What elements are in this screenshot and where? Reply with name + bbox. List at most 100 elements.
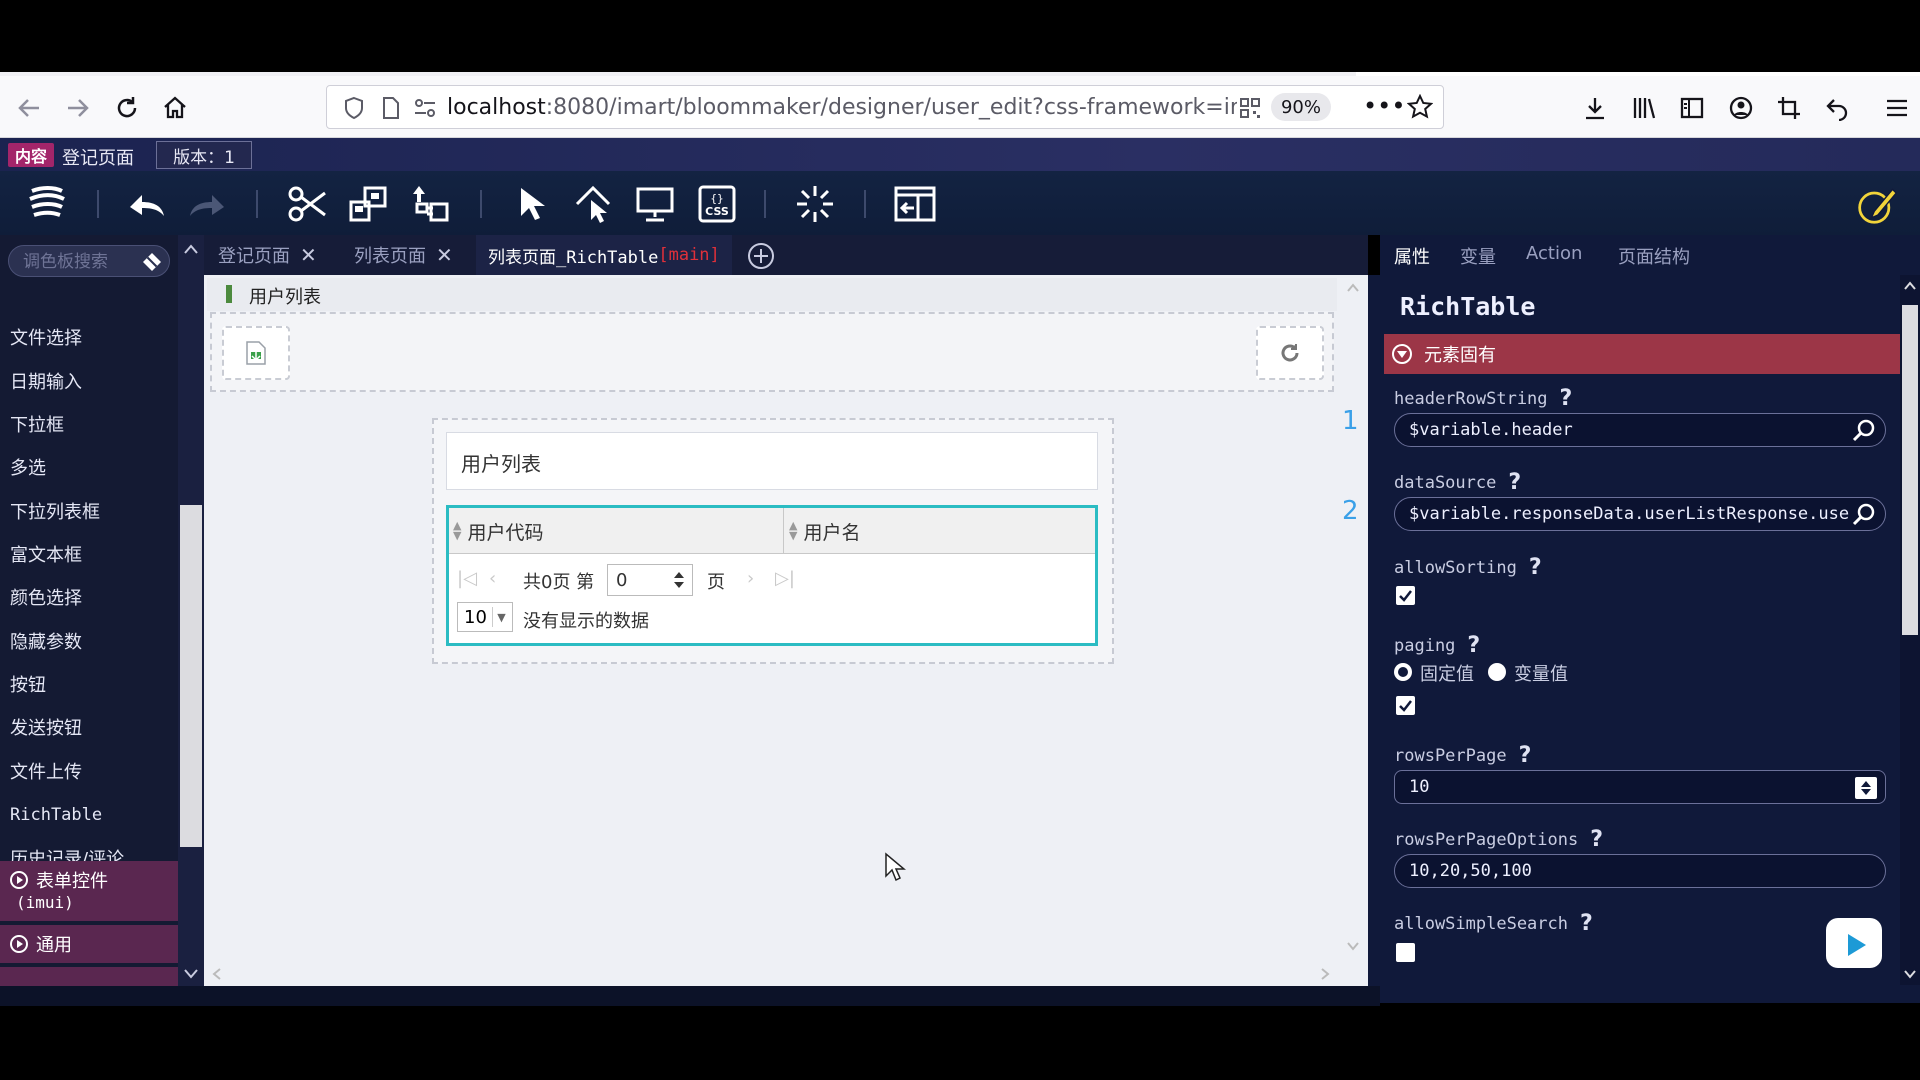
scroll-up-icon[interactable]	[1346, 283, 1360, 293]
last-page-icon[interactable]: ▷|	[775, 568, 795, 589]
scroll-right-icon[interactable]	[1320, 967, 1330, 981]
paste-icon[interactable]	[410, 184, 452, 224]
copy-icon[interactable]	[348, 184, 390, 224]
search-icon[interactable]	[1851, 418, 1877, 444]
paging-fixed-radio[interactable]	[1394, 663, 1412, 681]
scroll-thumb[interactable]	[180, 505, 202, 847]
spinner-icon[interactable]	[672, 569, 686, 591]
palette-item[interactable]: 颜色选择	[0, 577, 178, 617]
version-selector[interactable]: 版本：1	[156, 141, 252, 169]
css-editor-icon[interactable]: {} CSS	[696, 184, 738, 224]
palette-item[interactable]: 日期输入	[0, 361, 178, 401]
palette-item[interactable]: 下拉列表框	[0, 491, 178, 531]
first-page-icon[interactable]: |◁	[457, 568, 477, 589]
screenshot-icon[interactable]	[1774, 93, 1804, 123]
close-icon[interactable]: ✕	[436, 243, 453, 267]
scroll-down-icon[interactable]	[1346, 941, 1360, 951]
redo-icon[interactable]	[186, 184, 228, 224]
help-icon[interactable]: ?	[1560, 386, 1573, 411]
headerRowString-input[interactable]: $variable.header	[1394, 413, 1886, 447]
tab-page-structure[interactable]: 页面结构	[1618, 243, 1690, 269]
menu-icon[interactable]	[1882, 93, 1912, 123]
forward-icon[interactable]	[63, 93, 93, 123]
canvas-horizontal-scrollbar[interactable]	[204, 961, 1340, 985]
select-region-icon[interactable]	[572, 184, 614, 224]
scroll-left-icon[interactable]	[212, 967, 222, 981]
tab-variables[interactable]: 变量	[1460, 243, 1496, 269]
palette-item[interactable]: 文件选择	[0, 317, 178, 357]
tab-register-page[interactable]: 登记页面 ✕	[218, 235, 317, 275]
dataSource-input[interactable]: $variable.responseData.userListResponse.…	[1394, 497, 1886, 531]
section-header-intrinsic[interactable]: 元素固有	[1384, 334, 1900, 374]
button-row-container[interactable]	[210, 312, 1334, 392]
help-icon[interactable]: ?	[1508, 470, 1521, 495]
undo-close-tab-icon[interactable]	[1822, 93, 1852, 123]
account-icon[interactable]	[1726, 93, 1756, 123]
shield-icon[interactable]	[343, 96, 365, 124]
qr-code-icon[interactable]	[1239, 97, 1261, 123]
palette-item[interactable]: 隐藏参数	[0, 621, 178, 661]
column-header-user-code[interactable]: ▲ ▼ 用户代码	[453, 508, 543, 554]
undo-icon[interactable]	[126, 184, 168, 224]
next-page-icon[interactable]: ›	[747, 568, 754, 589]
sidebar-icon[interactable]	[1677, 93, 1707, 123]
palette-group-form-controls[interactable]: 表单控件 (imui)	[0, 861, 178, 921]
panel-splitter[interactable]	[1368, 275, 1380, 986]
palette-item[interactable]: 按钮	[0, 664, 178, 704]
scroll-up-icon[interactable]	[1903, 281, 1917, 291]
zoom-level-badge[interactable]: 90%	[1271, 93, 1331, 121]
bookmark-star-icon[interactable]	[1406, 93, 1434, 124]
refresh-button[interactable]	[1256, 326, 1324, 380]
app-logo-icon[interactable]	[26, 184, 68, 224]
permissions-icon[interactable]	[413, 97, 437, 123]
help-icon[interactable]: ?	[1519, 743, 1532, 768]
scroll-thumb[interactable]	[1902, 305, 1918, 635]
allowSorting-checkbox[interactable]	[1396, 586, 1415, 605]
properties-scrollbar[interactable]	[1900, 275, 1920, 985]
help-icon[interactable]: ?	[1467, 633, 1480, 658]
home-icon[interactable]	[160, 93, 190, 123]
palette-item[interactable]: 下拉框	[0, 404, 178, 444]
canvas-vertical-scrollbar[interactable]	[1340, 275, 1364, 965]
palette-item[interactable]: 文件上传	[0, 751, 178, 791]
cut-icon[interactable]	[286, 184, 328, 224]
library-icon[interactable]	[1629, 93, 1659, 123]
preview-desktop-icon[interactable]	[634, 184, 676, 224]
download-icon[interactable]	[1580, 93, 1610, 123]
exit-designer-icon[interactable]	[894, 184, 936, 224]
help-icon[interactable]: ?	[1580, 911, 1593, 936]
url-bar[interactable]: localhost:8080/imart/bloommaker/designer…	[326, 85, 1444, 129]
palette-search-input[interactable]	[23, 250, 141, 274]
paging-variable-radio[interactable]	[1488, 663, 1506, 681]
scroll-down-icon[interactable]	[1903, 969, 1917, 979]
reload-icon[interactable]	[112, 93, 142, 123]
paging-checkbox[interactable]	[1396, 696, 1415, 715]
help-icon[interactable]: ?	[1590, 827, 1603, 852]
column-header-user-name[interactable]: ▲ ▼ 用户名	[789, 508, 860, 554]
palette-item[interactable]: 多选	[0, 447, 178, 487]
scroll-down-icon[interactable]	[183, 968, 199, 980]
palette-item[interactable]: 发送按钮	[0, 707, 178, 747]
loading-spinner-icon[interactable]	[794, 184, 836, 224]
add-tab-icon[interactable]	[746, 241, 776, 275]
spinner-icon[interactable]	[1855, 777, 1877, 799]
close-icon[interactable]: ✕	[300, 243, 317, 267]
tab-properties[interactable]: 属性	[1394, 243, 1430, 269]
rowsPerPage-input[interactable]: 10	[1394, 770, 1886, 804]
edit-pencil-icon[interactable]	[1856, 184, 1898, 224]
select-pointer-icon[interactable]	[510, 184, 552, 224]
section-title-bar[interactable]: 用户列表	[207, 278, 1337, 311]
tab-action[interactable]: Action	[1526, 243, 1582, 264]
palette-group-partial[interactable]	[0, 967, 178, 986]
allowSimpleSearch-checkbox[interactable]	[1396, 943, 1415, 962]
video-play-icon[interactable]	[1826, 918, 1882, 968]
scroll-up-icon[interactable]	[183, 243, 199, 255]
palette-group-general[interactable]: 通用	[0, 925, 178, 963]
clear-eraser-icon[interactable]	[141, 251, 163, 277]
rowsPerPageOptions-input[interactable]: 10,20,50,100	[1394, 854, 1886, 888]
rows-per-page-select[interactable]: 10 ▼	[457, 602, 513, 632]
palette-search[interactable]	[8, 245, 170, 277]
palette-item[interactable]: 富文本框	[0, 534, 178, 574]
export-csv-button[interactable]	[222, 326, 290, 380]
palette-item-richtable[interactable]: RichTable	[0, 795, 178, 835]
